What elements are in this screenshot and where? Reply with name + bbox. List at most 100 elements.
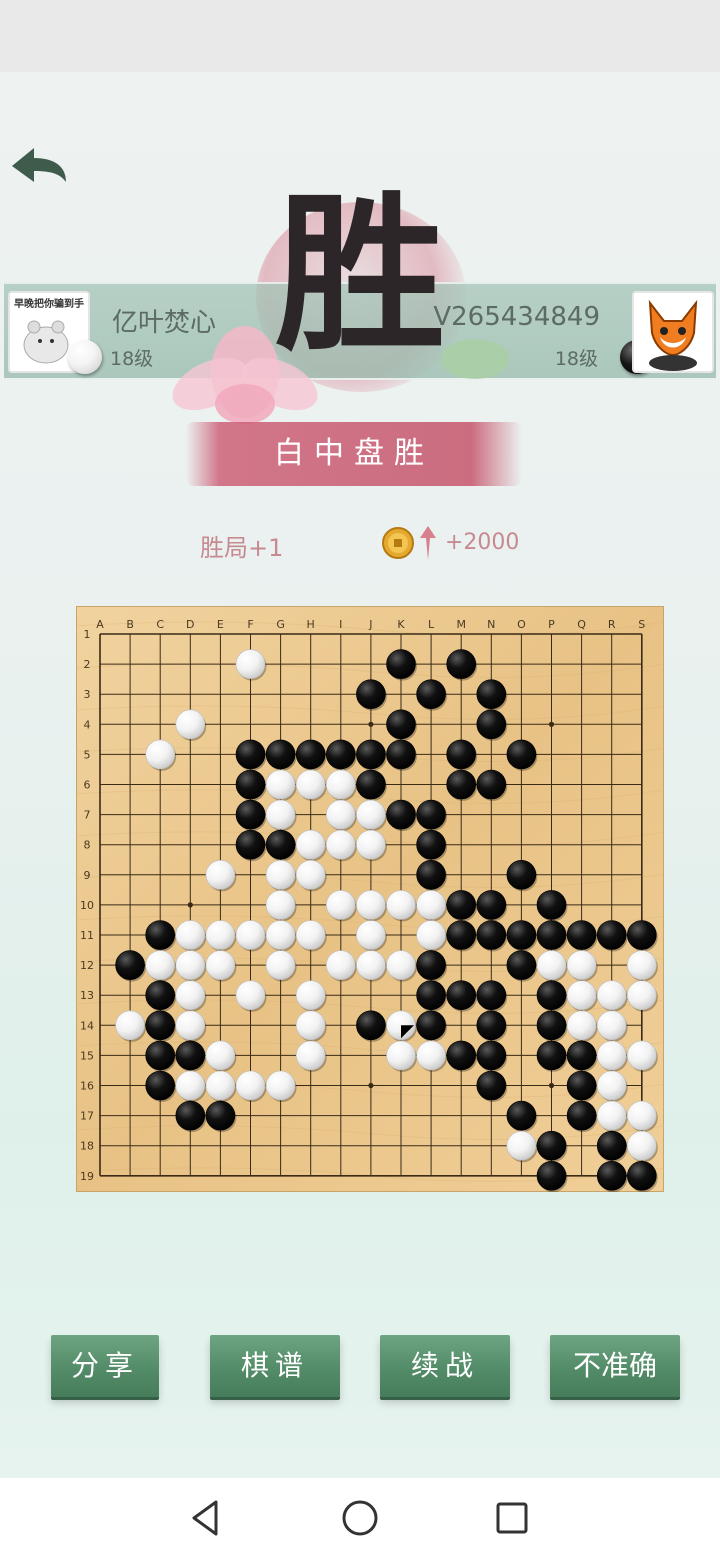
white-stone	[235, 920, 266, 950]
column-label: H	[307, 618, 315, 631]
black-stone	[446, 739, 477, 770]
black-stone	[235, 769, 266, 800]
white-stone	[386, 950, 416, 980]
white-stone	[235, 1070, 266, 1101]
go-board[interactable]: A B C D E F G H I J K L M N O P Q R S 1 2 3 4 5 6 7 8 9 10 11 12 13 14 15…	[76, 606, 664, 1192]
white-stone	[295, 859, 326, 890]
row-label: 3	[84, 688, 91, 701]
white-stone	[295, 769, 326, 800]
white-stone	[295, 980, 326, 1011]
white-stone	[566, 1010, 597, 1041]
white-stone	[175, 920, 206, 950]
black-stone	[416, 980, 446, 1011]
black-stone	[446, 980, 477, 1011]
win-count-label: 胜局+1	[200, 534, 284, 562]
row-label: 14	[80, 1019, 94, 1032]
black-stone	[356, 679, 386, 709]
black-stone	[356, 769, 386, 800]
black-stone	[416, 859, 446, 890]
back-arrow-icon[interactable]	[8, 142, 72, 192]
white-stone	[115, 1010, 145, 1041]
system-nav-bar	[0, 1478, 720, 1560]
black-stone	[235, 829, 266, 860]
white-stone	[356, 920, 386, 950]
game-record-button[interactable]: 棋谱	[210, 1335, 340, 1397]
black-stone	[115, 950, 145, 980]
black-stone	[596, 1160, 627, 1191]
coin-gain-label: +2000	[445, 530, 520, 555]
row-label: 1	[84, 628, 91, 641]
white-stone	[295, 920, 326, 950]
share-button[interactable]: 分享	[51, 1335, 159, 1397]
star-point	[187, 902, 193, 908]
star-point	[368, 1082, 374, 1089]
result-text: 白中盘胜	[274, 436, 434, 471]
black-stone	[536, 1040, 567, 1071]
black-stone	[566, 920, 597, 950]
column-label: E	[217, 618, 224, 631]
right-player-avatar[interactable]	[632, 291, 714, 373]
black-stone	[506, 950, 537, 980]
black-stone	[596, 1130, 627, 1161]
inaccurate-button[interactable]: 不准确	[550, 1335, 680, 1397]
black-stone	[416, 950, 446, 980]
white-stone	[205, 859, 236, 890]
white-stone	[295, 1040, 326, 1071]
nav-back-icon[interactable]	[186, 1498, 226, 1538]
black-stone	[205, 1100, 236, 1131]
row-label: 9	[84, 869, 91, 882]
left-player-level: 18级	[110, 348, 154, 370]
white-stone	[325, 829, 356, 860]
black-stone	[566, 1100, 597, 1131]
white-stone	[265, 859, 296, 890]
black-stone	[476, 890, 507, 920]
white-stone	[626, 950, 657, 980]
black-stone	[416, 679, 446, 709]
white-stone	[626, 1040, 657, 1071]
black-stone	[536, 980, 567, 1011]
black-stone	[265, 739, 296, 770]
white-stone	[175, 1070, 206, 1101]
column-label: I	[339, 618, 342, 631]
white-stone	[265, 920, 296, 950]
white-stone	[235, 649, 266, 679]
column-label: L	[428, 618, 435, 631]
black-stone	[145, 1040, 175, 1071]
black-stone	[386, 739, 416, 770]
black-stone	[506, 1100, 537, 1131]
black-stone	[476, 1070, 507, 1101]
white-stone	[356, 890, 386, 920]
row-label: 13	[80, 989, 94, 1002]
row-label: 8	[84, 839, 91, 852]
white-stone	[295, 829, 326, 860]
white-stone	[566, 950, 597, 980]
black-stone	[566, 1040, 597, 1071]
black-stone	[476, 980, 507, 1011]
white-stone	[596, 1010, 627, 1041]
column-label: R	[608, 618, 616, 631]
black-stone	[446, 920, 477, 950]
continue-battle-button[interactable]: 续战	[380, 1335, 510, 1397]
black-stone	[175, 1100, 206, 1131]
white-stone	[626, 1100, 657, 1131]
row-label: 19	[80, 1170, 94, 1183]
white-stone	[596, 1040, 627, 1071]
black-stone	[416, 1010, 446, 1041]
white-stone	[175, 980, 206, 1011]
white-stone	[416, 1040, 446, 1071]
nav-recent-icon[interactable]	[492, 1498, 532, 1538]
column-label: J	[368, 618, 372, 631]
black-stone	[536, 1010, 567, 1041]
status-bar	[0, 0, 720, 72]
black-stone	[235, 799, 266, 830]
black-stone	[446, 769, 477, 800]
white-stone	[356, 829, 386, 860]
black-stone	[476, 1040, 507, 1071]
black-stone	[386, 799, 416, 830]
black-stone	[596, 920, 627, 950]
white-stone	[265, 890, 296, 920]
black-stone	[325, 739, 356, 770]
nav-home-icon[interactable]	[340, 1498, 380, 1538]
white-stone	[325, 799, 356, 830]
black-stone	[235, 739, 266, 770]
